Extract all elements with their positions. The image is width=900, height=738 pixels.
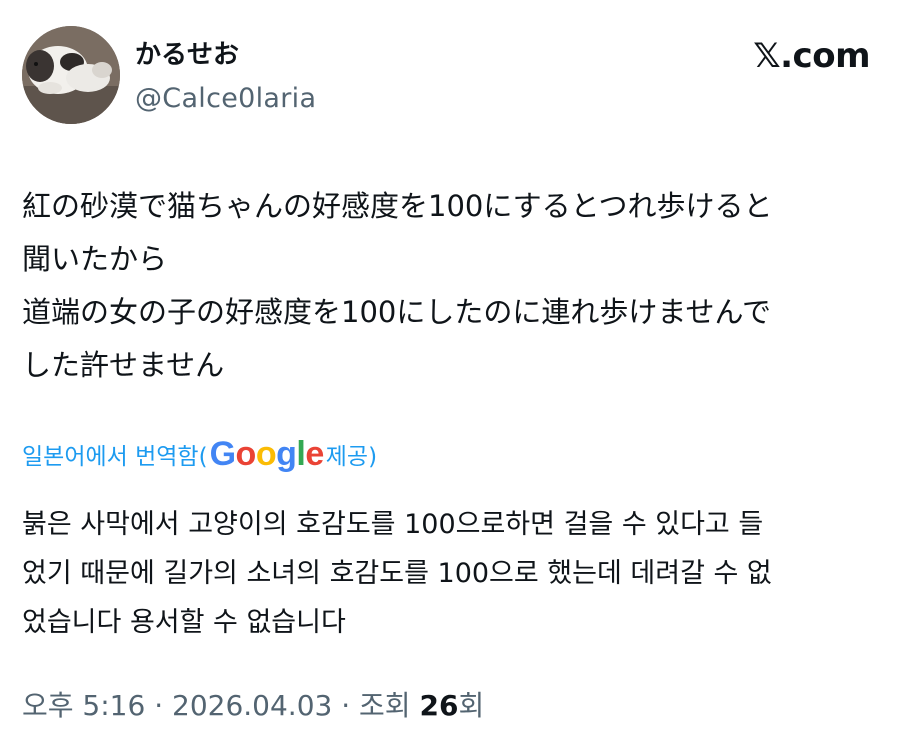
tweet-meta: 오후 5:16 · 2026.04.03 · 조회 26회 [22, 686, 484, 726]
views-count: 26 [419, 689, 459, 722]
translated-text: 붉은 사막에서 고양이의 호감도를 100으로하면 걸을 수 있다고 들 었기 … [22, 500, 882, 647]
google-logo-letter: o [235, 434, 257, 473]
tweet-text-line: した許せません [22, 348, 225, 382]
google-logo: Google [209, 434, 325, 474]
display-name[interactable]: かるせお [135, 38, 316, 72]
meta-separator: · [332, 689, 360, 722]
post-date[interactable]: 2026.04.03 [172, 689, 332, 722]
translated-text-line: 었습니다 용서할 수 없습니다 [22, 607, 346, 638]
google-logo-letter: g [276, 434, 297, 473]
google-logo-letter: o [255, 434, 277, 473]
tweet-text: 紅の砂漠で猫ちゃんの好感度を100にするとつれ歩けると 聞いたから 道端の女の子… [22, 180, 882, 392]
tweet-text-line: 道端の女の子の好感度を100にしたのに連れ歩けませんで [22, 295, 772, 329]
avatar[interactable] [22, 26, 120, 124]
google-logo-letter: G [209, 434, 236, 473]
tweet-text-line: 紅の砂漠で猫ちゃんの好感度を100にするとつれ歩けると [22, 189, 773, 223]
user-handle[interactable]: @Calce0laria [135, 80, 316, 118]
tweet-header: かるせお @Calce0laria 𝕏.com [22, 26, 870, 126]
google-logo-letter: e [305, 434, 324, 473]
google-logo-letter: l [296, 434, 306, 473]
meta-separator: · [145, 689, 173, 722]
translated-text-line: 었기 때문에 길가의 소녀의 호감도를 100으로 했는데 데려갈 수 없 [22, 558, 772, 589]
translation-attribution-link[interactable]: 일본어에서 번역함( Google 제공) [22, 432, 377, 476]
author-block[interactable]: かるせお @Calce0laria [135, 38, 316, 118]
views-label: 조회 [359, 689, 420, 722]
translation-provider-suffix: 제공) [325, 444, 378, 470]
cat-photo-avatar-icon [22, 26, 120, 124]
views-suffix: 회 [458, 689, 485, 722]
tweet-text-line: 聞いたから [22, 242, 168, 276]
translated-text-line: 붉은 사막에서 고양이의 호감도를 100으로하면 걸을 수 있다고 들 [22, 509, 764, 540]
translation-label: 일본어에서 번역함( [22, 444, 208, 470]
post-time[interactable]: 오후 5:16 [22, 689, 145, 722]
x-logo: 𝕏.com [753, 36, 870, 76]
